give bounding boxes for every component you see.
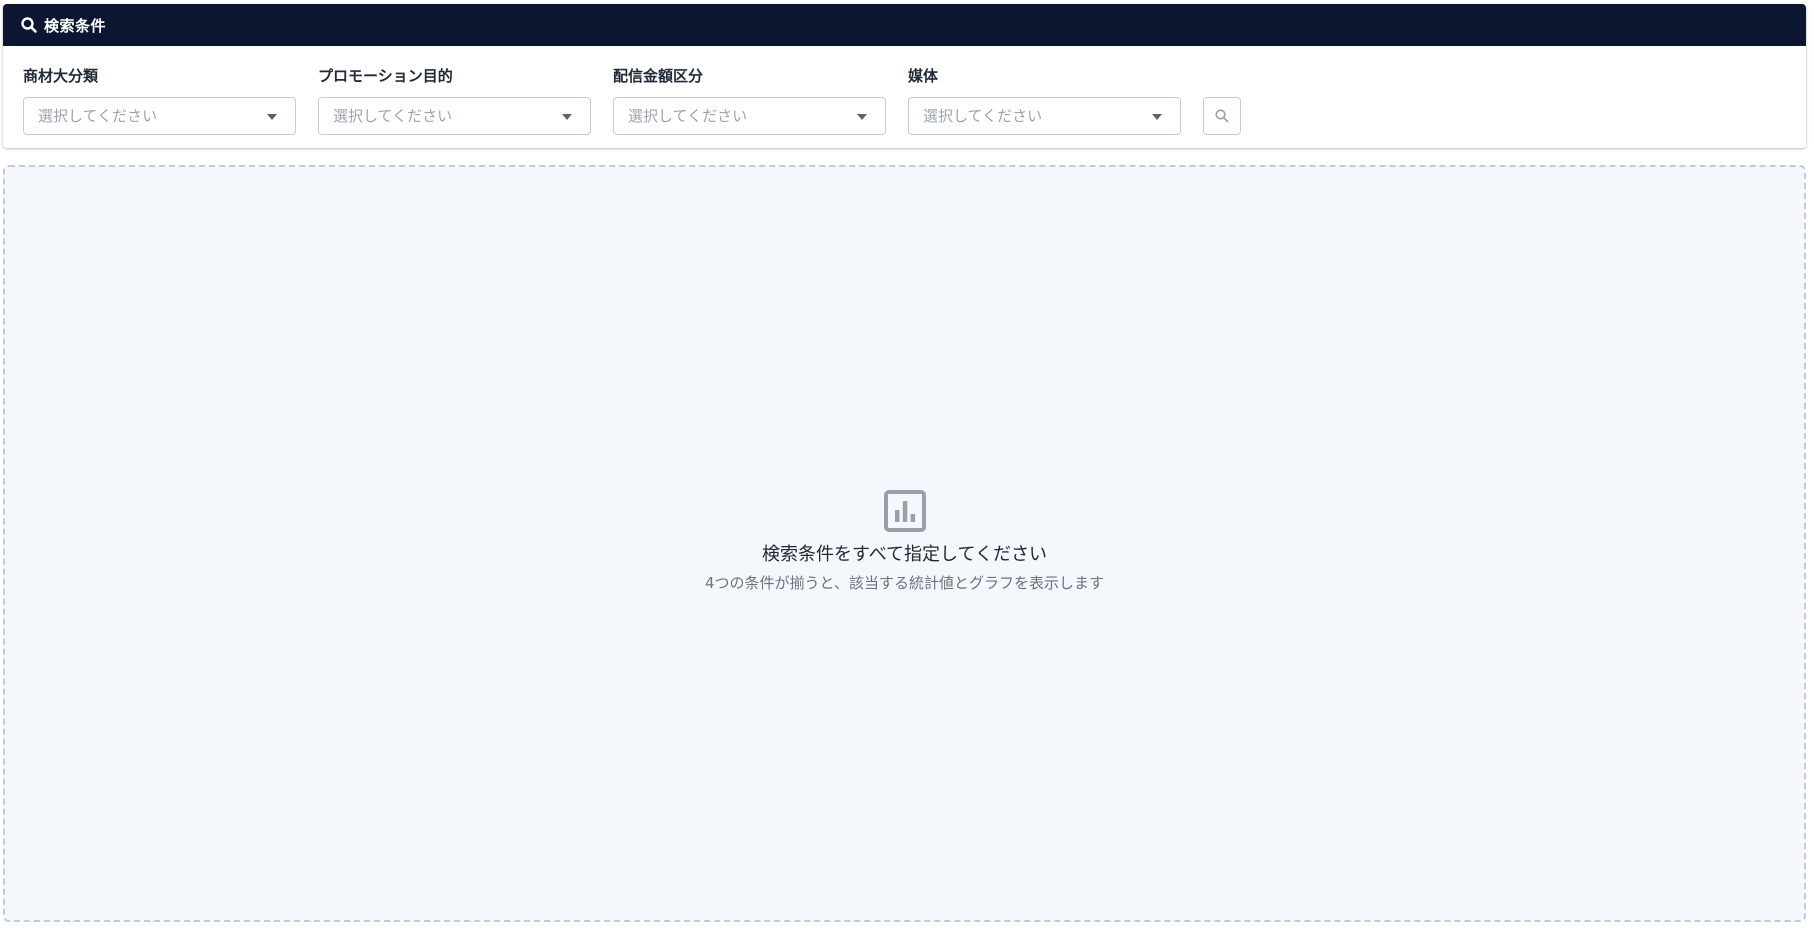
empty-state-subtitle: 4つの条件が揃うと、該当する統計値とグラフを表示します [705, 574, 1104, 592]
filter-promotion-purpose: プロモーション目的 選択してください [318, 66, 593, 135]
select-placeholder: 選択してください [923, 107, 1043, 125]
caret-down-icon [857, 114, 867, 120]
filter-product-category: 商材大分類 選択してください [23, 66, 298, 135]
select-placeholder: 選択してください [333, 107, 453, 125]
search-icon [1215, 109, 1229, 123]
filter-budget-range: 配信金額区分 選択してください [613, 66, 888, 135]
product-category-select[interactable]: 選択してください [23, 97, 296, 135]
search-icon [20, 16, 38, 34]
filter-label: プロモーション目的 [318, 67, 453, 85]
panel-title: 検索条件 [44, 16, 107, 35]
promotion-purpose-select[interactable]: 選択してください [318, 97, 591, 135]
results-area: 検索条件をすべて指定してください 4つの条件が揃うと、該当する統計値とグラフを表… [3, 165, 1806, 922]
caret-down-icon [562, 114, 572, 120]
budget-range-select[interactable]: 選択してください [613, 97, 886, 135]
page: 検索条件 商材大分類 選択してください プロモーション目的 選択してください 配… [0, 0, 1814, 930]
panel-header: 検索条件 [3, 4, 1806, 46]
select-placeholder: 選択してください [628, 107, 748, 125]
search-conditions-panel: 検索条件 商材大分類 選択してください プロモーション目的 選択してください 配… [3, 4, 1806, 148]
filter-label: 媒体 [908, 67, 939, 85]
filter-media: 媒体 選択してください [908, 66, 1183, 135]
media-select[interactable]: 選択してください [908, 97, 1181, 135]
search-button[interactable] [1203, 97, 1241, 135]
empty-state: 検索条件をすべて指定してください 4つの条件が揃うと、該当する統計値とグラフを表… [5, 489, 1804, 593]
select-placeholder: 選択してください [38, 107, 158, 125]
filter-row: 商材大分類 選択してください プロモーション目的 選択してください 配信金額区分… [3, 46, 1806, 148]
filter-label: 商材大分類 [23, 67, 99, 85]
caret-down-icon [267, 114, 277, 120]
filter-label: 配信金額区分 [613, 67, 704, 85]
caret-down-icon [1152, 114, 1162, 120]
bar-chart-icon [883, 489, 927, 533]
empty-state-title: 検索条件をすべて指定してください [762, 544, 1047, 565]
